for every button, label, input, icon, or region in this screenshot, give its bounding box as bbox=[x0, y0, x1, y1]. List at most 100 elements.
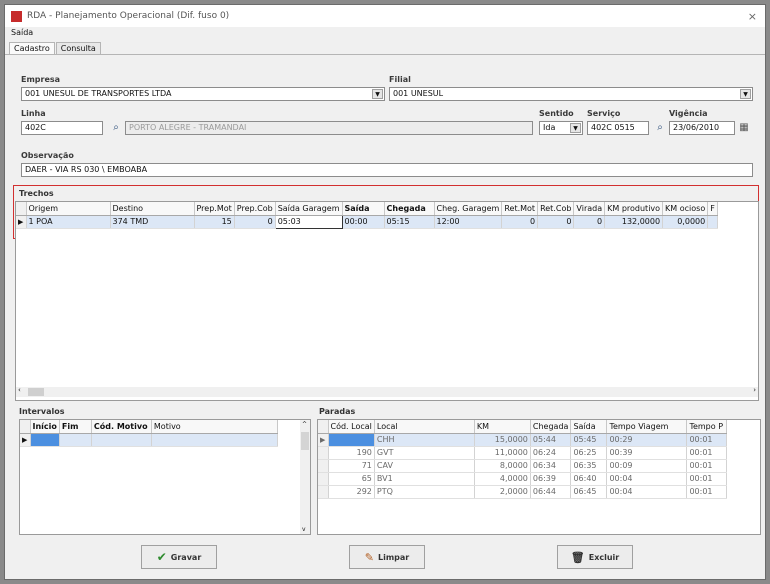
cell-tempo-viagem[interactable]: 00:04 bbox=[606, 472, 688, 486]
cell-chegada[interactable]: 06:39 bbox=[530, 472, 572, 486]
cell-virada[interactable]: 0 bbox=[573, 215, 606, 229]
vigencia-input[interactable]: 23/06/2010 bbox=[669, 121, 735, 135]
cell-prep-mot[interactable]: 15 bbox=[194, 215, 235, 229]
chevron-down-icon[interactable]: ▼ bbox=[570, 123, 581, 133]
servico-input[interactable]: 402C 0515 bbox=[587, 121, 649, 135]
cell-chegada[interactable]: 05:44 bbox=[530, 433, 572, 447]
cell-saida[interactable]: 00:00 bbox=[342, 215, 385, 229]
col-fim[interactable]: Fim bbox=[59, 420, 92, 434]
cell-tempo-viagem[interactable]: 00:29 bbox=[606, 433, 688, 447]
cell-tempo-viagem[interactable]: 00:04 bbox=[606, 485, 688, 499]
cell-tempo-p[interactable]: 00:01 bbox=[686, 433, 728, 447]
col-chegada[interactable]: Chegada bbox=[530, 420, 572, 434]
cell-km-ocioso[interactable]: 0,0000 bbox=[662, 215, 709, 229]
cell-tempo-p[interactable]: 00:01 bbox=[686, 459, 728, 473]
binoculars-search-icon[interactable]: ⌕ bbox=[653, 121, 667, 135]
scroll-thumb[interactable] bbox=[301, 432, 309, 450]
cell-fim[interactable] bbox=[59, 433, 92, 447]
cell-km[interactable]: 15,0000 bbox=[474, 433, 531, 447]
cell-ret-mot[interactable]: 0 bbox=[501, 215, 539, 229]
cell-destino[interactable]: 374 TMD bbox=[110, 215, 195, 229]
cell-saida[interactable]: 05:45 bbox=[570, 433, 608, 447]
empresa-select[interactable]: 001 UNESUL DE TRANSPORTES LTDA ▼ bbox=[21, 87, 385, 101]
cell-saida[interactable]: 06:25 bbox=[570, 446, 608, 460]
scroll-left-icon[interactable]: ‹ bbox=[18, 386, 21, 394]
col-origem[interactable]: Origem bbox=[26, 202, 111, 216]
cell-km[interactable]: 8,0000 bbox=[474, 459, 531, 473]
chevron-down-icon[interactable]: ▼ bbox=[372, 89, 383, 99]
col-local[interactable]: Local bbox=[374, 420, 475, 434]
col-chegada[interactable]: Chegada bbox=[384, 202, 435, 216]
cell-local[interactable]: PTQ bbox=[374, 485, 475, 499]
cell-km[interactable]: 11,0000 bbox=[474, 446, 531, 460]
excluir-button[interactable]: 🗑 Excluir bbox=[557, 545, 633, 569]
table-row[interactable]: ▶ 1 POA 374 TMD 15 0 05:03 00:00 05:15 1… bbox=[16, 214, 718, 229]
table-row[interactable]: ▶ bbox=[20, 433, 278, 447]
table-row[interactable]: 71 CAV 8,0000 06:34 06:35 00:09 00:01 bbox=[318, 459, 728, 473]
cell-saida-garagem-editor[interactable]: 05:03 bbox=[274, 214, 343, 229]
cell-tempo-p[interactable]: 00:01 bbox=[686, 472, 728, 486]
cell-saida[interactable]: 06:35 bbox=[570, 459, 608, 473]
col-saida-garagem[interactable]: Saída Garagem bbox=[275, 202, 343, 216]
cell-cheg-garagem[interactable]: 12:00 bbox=[434, 215, 503, 229]
cell-chegada[interactable]: 06:34 bbox=[530, 459, 572, 473]
cell-local[interactable]: GVT bbox=[374, 446, 475, 460]
col-prep-cob[interactable]: Prep.Cob bbox=[234, 202, 276, 216]
col-inicio[interactable]: Início bbox=[30, 420, 60, 434]
cell-cod-local[interactable]: 292 bbox=[328, 485, 375, 499]
cell-tempo-p[interactable]: 00:01 bbox=[686, 446, 728, 460]
cell-chegada[interactable]: 05:15 bbox=[384, 215, 435, 229]
table-row[interactable]: ▶ CHH 15,0000 05:44 05:45 00:29 00:01 bbox=[318, 433, 728, 447]
cell-cod-local[interactable]: 190 bbox=[328, 446, 375, 460]
intervalos-vscroll[interactable]: ^ v bbox=[300, 420, 310, 534]
cell-cod-local[interactable]: 65 bbox=[328, 472, 375, 486]
table-row[interactable]: 292 PTQ 2,0000 06:44 06:45 00:04 00:01 bbox=[318, 485, 728, 499]
cell-chegada[interactable]: 06:44 bbox=[530, 485, 572, 499]
col-tempo-viagem[interactable]: Tempo Viagem bbox=[606, 420, 688, 434]
cell-tempo-p[interactable]: 00:01 bbox=[686, 485, 728, 499]
col-f[interactable]: F bbox=[707, 202, 718, 216]
cell-saida[interactable]: 06:40 bbox=[570, 472, 608, 486]
scroll-up-icon[interactable]: ^ bbox=[302, 421, 307, 428]
col-cheg-garagem[interactable]: Cheg. Garagem bbox=[434, 202, 503, 216]
binoculars-search-icon[interactable]: ⌕ bbox=[109, 121, 123, 135]
scroll-right-icon[interactable]: › bbox=[753, 386, 756, 394]
table-row[interactable]: 65 BV1 4,0000 06:39 06:40 00:04 00:01 bbox=[318, 472, 728, 486]
cell-inicio[interactable] bbox=[30, 433, 60, 447]
linha-input[interactable]: 402C bbox=[21, 121, 103, 135]
cell-tempo-viagem[interactable]: 00:39 bbox=[606, 446, 688, 460]
scroll-thumb[interactable] bbox=[28, 388, 44, 396]
col-ret-cob[interactable]: Ret.Cob bbox=[537, 202, 575, 216]
cell-km[interactable]: 4,0000 bbox=[474, 472, 531, 486]
gravar-button[interactable]: ✔ Gravar bbox=[141, 545, 217, 569]
cell-cod-local[interactable]: 71 bbox=[328, 459, 375, 473]
col-virada[interactable]: Virada bbox=[573, 202, 606, 216]
col-motivo[interactable]: Motivo bbox=[151, 420, 278, 434]
cell-tempo-viagem[interactable]: 00:09 bbox=[606, 459, 688, 473]
tab-cadastro[interactable]: Cadastro bbox=[9, 42, 55, 54]
scroll-down-icon[interactable]: v bbox=[302, 526, 306, 533]
cell-km-produtivo[interactable]: 132,0000 bbox=[604, 215, 664, 229]
filial-select[interactable]: 001 UNESUL ▼ bbox=[389, 87, 753, 101]
cell-origem[interactable]: 1 POA bbox=[26, 215, 111, 229]
cell-local[interactable]: BV1 bbox=[374, 472, 475, 486]
cell-cod-motivo[interactable] bbox=[91, 433, 152, 447]
cell-prep-cob[interactable]: 0 bbox=[234, 215, 276, 229]
col-ret-mot[interactable]: Ret.Mot bbox=[501, 202, 539, 216]
cell-cod-local[interactable] bbox=[328, 433, 375, 447]
table-row[interactable]: 190 GVT 11,0000 06:24 06:25 00:39 00:01 bbox=[318, 446, 728, 460]
cell-local[interactable]: CAV bbox=[374, 459, 475, 473]
col-km-ocioso[interactable]: KM ocioso bbox=[662, 202, 709, 216]
cell-local[interactable]: CHH bbox=[374, 433, 475, 447]
col-cod-motivo[interactable]: Cód. Motivo bbox=[91, 420, 152, 434]
cell-chegada[interactable]: 06:24 bbox=[530, 446, 572, 460]
calendar-icon[interactable]: ▦ bbox=[737, 121, 751, 135]
sentido-select[interactable]: Ida ▼ bbox=[539, 121, 583, 135]
col-destino[interactable]: Destino bbox=[110, 202, 195, 216]
cell-ret-cob[interactable]: 0 bbox=[537, 215, 575, 229]
col-km-produtivo[interactable]: KM produtivo bbox=[604, 202, 664, 216]
col-saida[interactable]: Saída bbox=[342, 202, 385, 216]
col-cod-local[interactable]: Cód. Local bbox=[328, 420, 375, 434]
col-km[interactable]: KM bbox=[474, 420, 531, 434]
col-prep-mot[interactable]: Prep.Mot bbox=[194, 202, 235, 216]
